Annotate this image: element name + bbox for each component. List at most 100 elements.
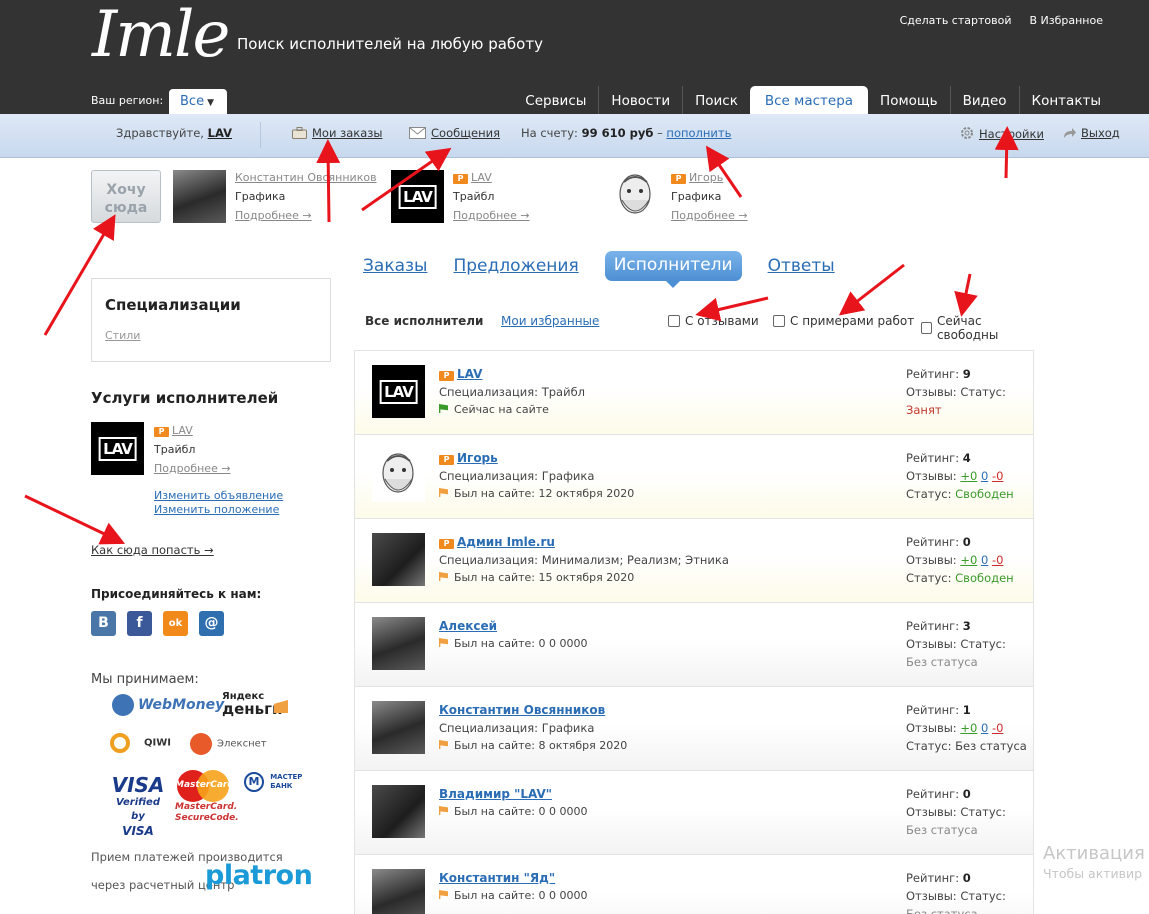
rating-label: Рейтинг: [906,703,960,717]
tab-answers[interactable]: Ответы [768,256,835,276]
service-more-link[interactable]: Подробнее → [154,462,231,475]
arrow [954,273,978,317]
logout-link[interactable]: Выход [1081,126,1120,140]
vk-icon[interactable]: В [91,611,116,636]
featured-more-link[interactable]: Подробнее → [453,209,530,222]
odnoklassniki-icon[interactable]: ok [163,611,188,636]
avatar[interactable] [372,617,425,670]
want-line2: сюда [104,200,148,216]
last-seen: Сейчас на сайте [454,403,549,416]
tab-orders[interactable]: Заказы [363,256,427,276]
specializations-box: Специализации Стили [91,278,331,362]
nav-all-masters[interactable]: Все мастера [749,86,869,114]
payments-title: Мы принимаем: [91,672,199,687]
checkbox-box[interactable] [773,315,785,327]
reviews-positive[interactable]: +0 [960,553,977,567]
facebook-icon[interactable]: f [127,611,152,636]
reviews-positive[interactable]: +0 [960,721,977,735]
checkbox-box[interactable] [921,322,932,334]
status-label: Статус: [906,571,952,585]
executor-name-link[interactable]: Игорь [457,451,498,465]
reviews-label: Отзывы: [906,385,957,399]
avatar[interactable] [372,785,425,838]
eleksnet-text: Элекснет [217,738,267,750]
nav-contacts[interactable]: Контакты [1018,86,1113,114]
tab-offers[interactable]: Предложения [453,256,578,276]
mailru-icon[interactable]: @ [199,611,224,636]
reviews-neutral[interactable]: 0 [981,553,988,567]
my-orders-link[interactable]: Мои заказы [312,126,382,140]
featured-name[interactable]: Игорь [689,171,723,184]
make-homepage-link[interactable]: Сделать стартовой [900,14,1012,27]
qiwi-logo: QIWI [110,733,171,753]
region-label: Ваш регион: [91,94,164,107]
nav-search[interactable]: Поиск [682,86,750,114]
featured-name[interactable]: Константин Овсянников [235,171,377,184]
featured-more-link[interactable]: Подробнее → [235,209,312,222]
all-executors-filter[interactable]: Все исполнители [365,314,483,328]
mc-secure-line1: MasterCard. [175,802,238,812]
reviews-negative[interactable]: -0 [992,721,1003,735]
join-title: Присоединяйтесь к нам: [91,587,262,601]
featured-name[interactable]: LAV [471,171,492,184]
envelope-icon [409,127,426,139]
styles-link[interactable]: Стили [105,329,140,342]
nav-services[interactable]: Сервисы [513,86,598,114]
eleksnet-logo: Элекснет [190,733,267,755]
site-logo[interactable]: Imle [92,0,230,72]
featured-spec: Графика [235,190,286,203]
with-reviews-checkbox[interactable]: С отзывами [668,314,759,328]
with-examples-checkbox[interactable]: С примерами работ [773,314,914,328]
list-item: Константин "Яд" Был на сайте: 0 0 0000 Р… [355,855,1033,914]
tab-executors[interactable]: Исполнители [604,251,742,288]
avatar[interactable] [609,170,662,223]
executor-name-link[interactable]: Константин "Яд" [439,871,555,885]
edit-position-link[interactable]: Изменить положение [154,503,279,516]
featured-more-link[interactable]: Подробнее → [671,209,748,222]
topup-link[interactable]: пополнить [666,126,731,140]
reviews-neutral[interactable]: 0 [981,721,988,735]
reviews-positive[interactable]: +0 [960,469,977,483]
social-links: В f ok @ [91,611,224,636]
checkbox-box[interactable] [668,315,680,327]
how-to-get-here-link[interactable]: Как сюда попасть → [91,543,214,557]
service-name[interactable]: LAV [172,424,193,437]
avatar[interactable] [372,533,425,586]
last-seen: Был на сайте: 8 октября 2020 [454,739,628,752]
avatar[interactable] [372,449,425,502]
nav-news[interactable]: Новости [598,86,682,114]
my-favorites-filter[interactable]: Мои избранные [501,314,599,328]
reviews-neutral[interactable]: 0 [981,469,988,483]
reviews-negative[interactable]: -0 [992,553,1003,567]
edit-ad-link[interactable]: Изменить объявление [154,489,283,502]
featured-spec: Трайбл [453,190,495,203]
executor-name-link[interactable]: Алексей [439,619,497,633]
avatar[interactable]: LAV [391,170,444,223]
executor-name-link[interactable]: LAV [457,367,482,381]
nav-help[interactable]: Помощь [868,86,950,114]
settings-link[interactable]: Настройки [979,127,1044,141]
avatar[interactable] [173,170,226,223]
service-card: P LAV Трайбл Подробнее → [154,421,231,478]
activation-watermark: Активация W [1043,843,1149,864]
nav-video[interactable]: Видео [949,86,1019,114]
flag-icon [439,404,448,413]
avatar[interactable] [372,869,425,914]
executor-name-link[interactable]: Константин Овсянников [439,703,605,717]
avatar[interactable] [372,701,425,754]
messages-link[interactable]: Сообщения [431,126,500,140]
add-favorites-link[interactable]: В Избранное [1029,14,1103,27]
free-now-checkbox[interactable]: Сейчас свободны [921,314,1035,342]
region-select[interactable]: Все ▼ [169,89,227,114]
mastercard-logo: MasterCard MasterCard. SecureCode. [175,770,239,824]
executor-name-link[interactable]: Владимир "LAV" [439,787,552,801]
pro-badge: P [154,427,169,437]
want-here-button[interactable]: Хочу сюда [91,170,161,223]
reviews-negative[interactable]: -0 [992,469,1003,483]
username-link[interactable]: LAV [208,126,232,140]
yandex-money-logo: Яндекс деньги [222,690,288,717]
avatar[interactable]: LAV [91,422,144,475]
avatar[interactable]: LAV [372,365,425,418]
pro-badge: P [439,455,454,465]
executor-name-link[interactable]: Админ Imle.ru [457,535,555,549]
